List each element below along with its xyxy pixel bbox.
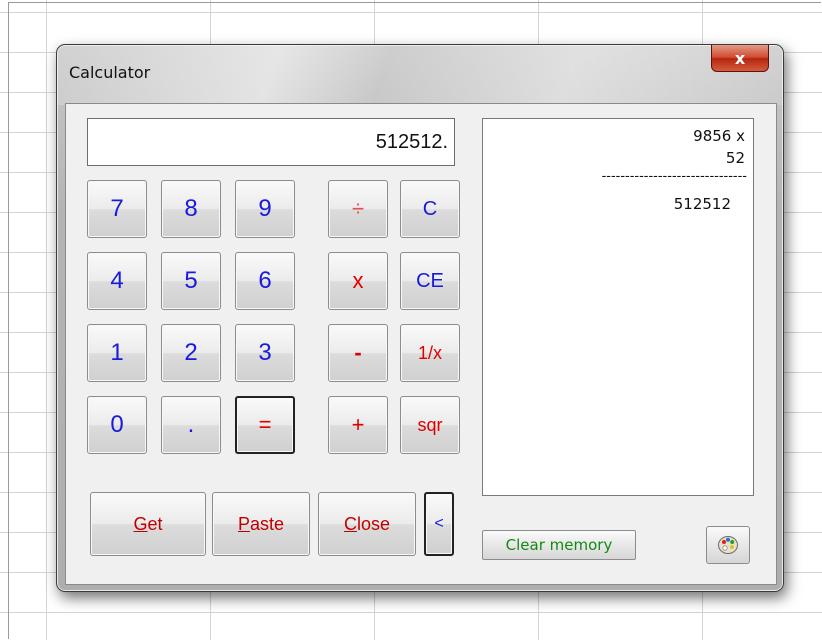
key-4[interactable]: 4	[87, 252, 147, 310]
title-bar	[57, 45, 783, 105]
palette-button[interactable]	[706, 526, 750, 564]
paste-label: aste	[249, 513, 285, 534]
window-title: Calculator	[69, 63, 151, 82]
key-clear[interactable]: C	[400, 180, 460, 238]
close-button[interactable]: Close	[318, 492, 416, 556]
key-7[interactable]: 7	[87, 180, 147, 238]
get-button[interactable]: Get	[90, 492, 206, 556]
display-field: 512512.	[87, 118, 455, 166]
key-divide[interactable]: ÷	[328, 180, 388, 238]
close-icon: x	[734, 48, 746, 68]
tape-line-result: 512512	[673, 195, 731, 213]
key-3[interactable]: 3	[235, 324, 295, 382]
key-equals[interactable]: =	[235, 396, 295, 454]
key-2[interactable]: 2	[161, 324, 221, 382]
history-tape: 9856 x 52 ------------------------------…	[482, 118, 754, 496]
collapse-button[interactable]: <	[424, 492, 454, 556]
calculator-body: 512512. 7 8 9 4 5 6 1 2 3 0 . = ÷ x - + …	[65, 103, 777, 585]
get-accel: G	[133, 513, 148, 534]
key-9[interactable]: 9	[235, 180, 295, 238]
key-reciprocal[interactable]: 1/x	[400, 324, 460, 382]
key-8[interactable]: 8	[161, 180, 221, 238]
key-6[interactable]: 6	[235, 252, 295, 310]
close-accel: C	[343, 513, 357, 534]
key-1[interactable]: 1	[87, 324, 147, 382]
key-decimal[interactable]: .	[161, 396, 221, 454]
paste-accel: P	[237, 513, 250, 534]
tape-line-operand2: 52	[725, 149, 745, 167]
tape-separator: -------------------------------	[601, 169, 747, 184]
close-window-button[interactable]: x	[711, 45, 769, 72]
paste-button[interactable]: Paste	[212, 492, 310, 556]
tape-line-operand: 9856 x	[693, 127, 745, 145]
key-multiply[interactable]: x	[328, 252, 388, 310]
key-clear-entry[interactable]: CE	[400, 252, 460, 310]
palette-icon	[718, 536, 738, 554]
key-5[interactable]: 5	[161, 252, 221, 310]
clear-memory-button[interactable]: Clear memory	[482, 530, 636, 560]
key-plus[interactable]: +	[328, 396, 388, 454]
calculator-window: Calculator x 512512. 7 8 9 4 5 6 1 2 3 0…	[56, 44, 784, 592]
key-sqr[interactable]: sqr	[400, 396, 460, 454]
close-label: lose	[356, 513, 391, 534]
key-0[interactable]: 0	[87, 396, 147, 454]
get-label: et	[147, 513, 163, 534]
key-minus[interactable]: -	[328, 324, 388, 382]
